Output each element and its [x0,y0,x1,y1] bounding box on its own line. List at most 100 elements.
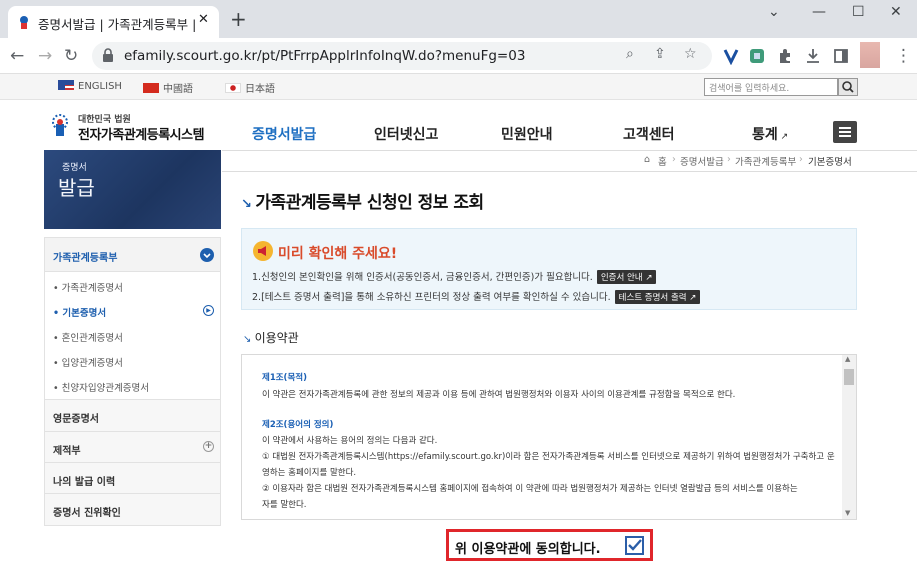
cert-guide-button[interactable]: 인증서 안내 ↗ [596,270,657,284]
zoom-icon[interactable]: ⌕ [626,46,634,62]
tab-close-icon[interactable]: ✕ [198,12,209,27]
home-icon[interactable]: ⌂ [644,154,650,165]
lang-japanese[interactable]: 日本語 [225,80,275,95]
download-icon[interactable] [804,47,822,65]
terms-text: 영하는 홈페이지를 말한다. [262,468,357,478]
nav-internet-report[interactable]: 인터넷신고 [374,124,438,144]
terms-heading: ↘ 이용약관 [243,329,299,346]
japan-flag-icon [225,83,241,93]
lnb-authenticity[interactable]: 증명서 진위확인 [45,493,220,525]
extension-v-icon[interactable] [722,47,740,65]
cert-guide-label: 인증서 안내 [600,273,643,283]
lnb-item-label: 가족관계증명서 [61,283,123,294]
lnb-other-label: 영문증명서 [53,414,99,425]
breadcrumb: ⌂ 홈 › 증명서발급 › 가족관계등록부 › 기본증명서 [222,150,917,172]
breadcrumb-home[interactable]: 홈 [658,154,667,168]
terms-article-2-title: 제2조(용어의 정의) [262,420,334,430]
new-tab-button[interactable]: + [230,7,247,31]
side-banner: 증명서 발급 [44,150,221,229]
lnb-issue-history[interactable]: 나의 발급 이력 [45,462,220,493]
url-text: efamily.scourt.go.kr/pt/PtFrrpApplrInfoI… [124,48,526,64]
lnb-item-full-adoption[interactable]: • 친양자입양관계증명서 [53,380,149,394]
terms-article-1-title: 제1조(목적) [262,373,307,383]
bookmark-star-icon[interactable]: ☆ [684,46,697,62]
maximize-button[interactable]: ☐ [852,4,865,20]
browser-tab[interactable]: 증명서발급 | 가족관계등록부 | 진 ✕ [8,6,219,38]
breadcrumb-sep: › [799,154,803,165]
terms-text: 이 약관은 전자가족관계등록에 관한 정보의 제공과 이용 등에 관하여 법원행… [262,390,736,400]
lnb-section-family-register[interactable]: 가족관계등록부 [45,238,220,272]
lnb-item-family-relation[interactable]: • 가족관계증명서 [53,280,123,294]
checkmark-icon [628,539,642,551]
lnb-english-cert[interactable]: 영문증명서 [45,399,220,431]
profile-avatar[interactable] [860,42,880,68]
agree-terms-label[interactable]: 위 이용약관에 동의합니다. [455,538,601,557]
extensions-puzzle-icon[interactable] [776,47,794,65]
share-icon[interactable]: ⇪ [654,46,666,62]
terms-text: 이 약관에서 사용하는 용어의 정의는 다음과 같다. [262,436,438,446]
notice-line-2: 2.[테스트 증명서 출력]을 통해 소유하신 프린터의 정상 출력 여부를 확… [252,289,701,304]
lnb-other-label: 증명서 진위확인 [53,508,121,519]
us-flag-icon [58,80,74,90]
court-logo-icon [52,114,68,136]
external-link-icon: ↗ [777,132,789,142]
lnb-item-marriage[interactable]: • 혼인관계증명서 [53,330,123,344]
breadcrumb-sep: › [727,154,731,165]
forward-icon[interactable]: → [38,46,52,66]
logo-title[interactable]: 전자가족관계등록시스템 [78,124,205,143]
nav-certificate[interactable]: 증명서발급 [252,124,316,144]
scroll-thumb[interactable] [844,369,854,385]
minimize-button[interactable]: — [812,4,826,20]
site-search-input[interactable]: 검색어를 입력하세요. [704,78,838,96]
terms-scroll-box[interactable]: 제1조(목적) 이 약관은 전자가족관계등록에 관한 정보의 제공과 이용 등에… [241,354,857,520]
site-header: 대한민국 법원 전자가족관계등록시스템 증명서발급 인터넷신고 민원안내 고객센… [0,100,917,150]
back-icon[interactable]: ← [10,46,24,66]
address-bar[interactable]: efamily.scourt.go.kr/pt/PtFrrpApplrInfoI… [92,42,712,70]
lnb-item-label: 입양관계증명서 [61,358,123,369]
arrow-right-icon: ▶ [203,305,214,316]
scroll-up-icon[interactable]: ▲ [845,355,850,363]
lnb-other-label: 나의 발급 이력 [53,477,116,488]
expand-plus-icon[interactable]: + [203,441,214,452]
china-flag-icon [143,83,159,93]
lnb-item-label: 친양자입양관계증명서 [61,383,150,394]
agree-terms-box[interactable]: 위 이용약관에 동의합니다. [446,529,653,561]
nav-civil-guide[interactable]: 민원안내 [501,124,553,144]
lnb-item-adoption[interactable]: • 입양관계증명서 [53,355,123,369]
notice-line-2-text: 2.[테스트 증명서 출력]을 통해 소유하신 프린터의 정상 출력 여부를 확… [252,292,611,303]
terms-scrollbar[interactable]: ▲ ▼ [842,355,856,519]
extension-app-icon[interactable] [748,47,766,65]
agree-terms-checkbox[interactable] [625,536,644,555]
notice-box: 미리 확인해 주세요! 1.신청인의 본인확인을 위해 인증서(공동인증서, 금… [241,228,857,310]
browser-toolbar: ← → ↻ efamily.scourt.go.kr/pt/PtFrrpAppl… [0,38,917,74]
lnb-item-basic-cert[interactable]: • 기본증명서 [53,305,106,319]
page-title: ↘ 가족관계등록부 신청인 정보 조회 [241,188,484,213]
court-favicon-icon [20,16,28,29]
notice-line-1-text: 1.신청인의 본인확인을 위해 인증서(공동인증서, 금융인증서, 간편인증)가… [252,272,593,283]
breadcrumb-certificate[interactable]: 증명서발급 [680,154,724,168]
browser-menu-icon[interactable]: ⋮ [895,46,912,66]
nav-customer-center[interactable]: 고객센터 [623,124,675,144]
nav-statistics[interactable]: 통계 ↗ [752,124,788,144]
nav-statistics-label: 통계 [752,127,778,143]
breadcrumb-sep: › [672,154,676,165]
all-menu-button[interactable] [833,121,857,143]
test-print-button[interactable]: 테스트 증명서 출력 ↗ [614,290,701,304]
notice-line-1: 1.신청인의 본인확인을 위해 인증서(공동인증서, 금융인증서, 간편인증)가… [252,269,657,284]
close-window-button[interactable]: ✕ [890,4,902,20]
lang-english-label: ENGLISH [78,81,122,92]
scroll-down-icon[interactable]: ▼ [845,509,850,517]
lnb-removed-register[interactable]: 제적부 + [45,431,220,462]
breadcrumb-current: 기본증명서 [808,157,852,168]
collapse-icon[interactable] [200,248,214,262]
side-panel-icon[interactable] [832,47,850,65]
lnb-item-label: 기본증명서 [62,308,107,319]
breadcrumb-family-register[interactable]: 가족관계등록부 [735,154,796,168]
reload-icon[interactable]: ↻ [64,46,78,66]
lang-chinese[interactable]: 中國語 [143,80,193,95]
lang-english[interactable]: ENGLISH [58,80,122,92]
site-search-button[interactable] [838,78,858,96]
browser-tab-bar: 증명서발급 | 가족관계등록부 | 진 ✕ + ⌄ — ☐ ✕ [0,0,917,38]
megaphone-icon [253,241,273,261]
tab-search-icon[interactable]: ⌄ [768,4,780,20]
